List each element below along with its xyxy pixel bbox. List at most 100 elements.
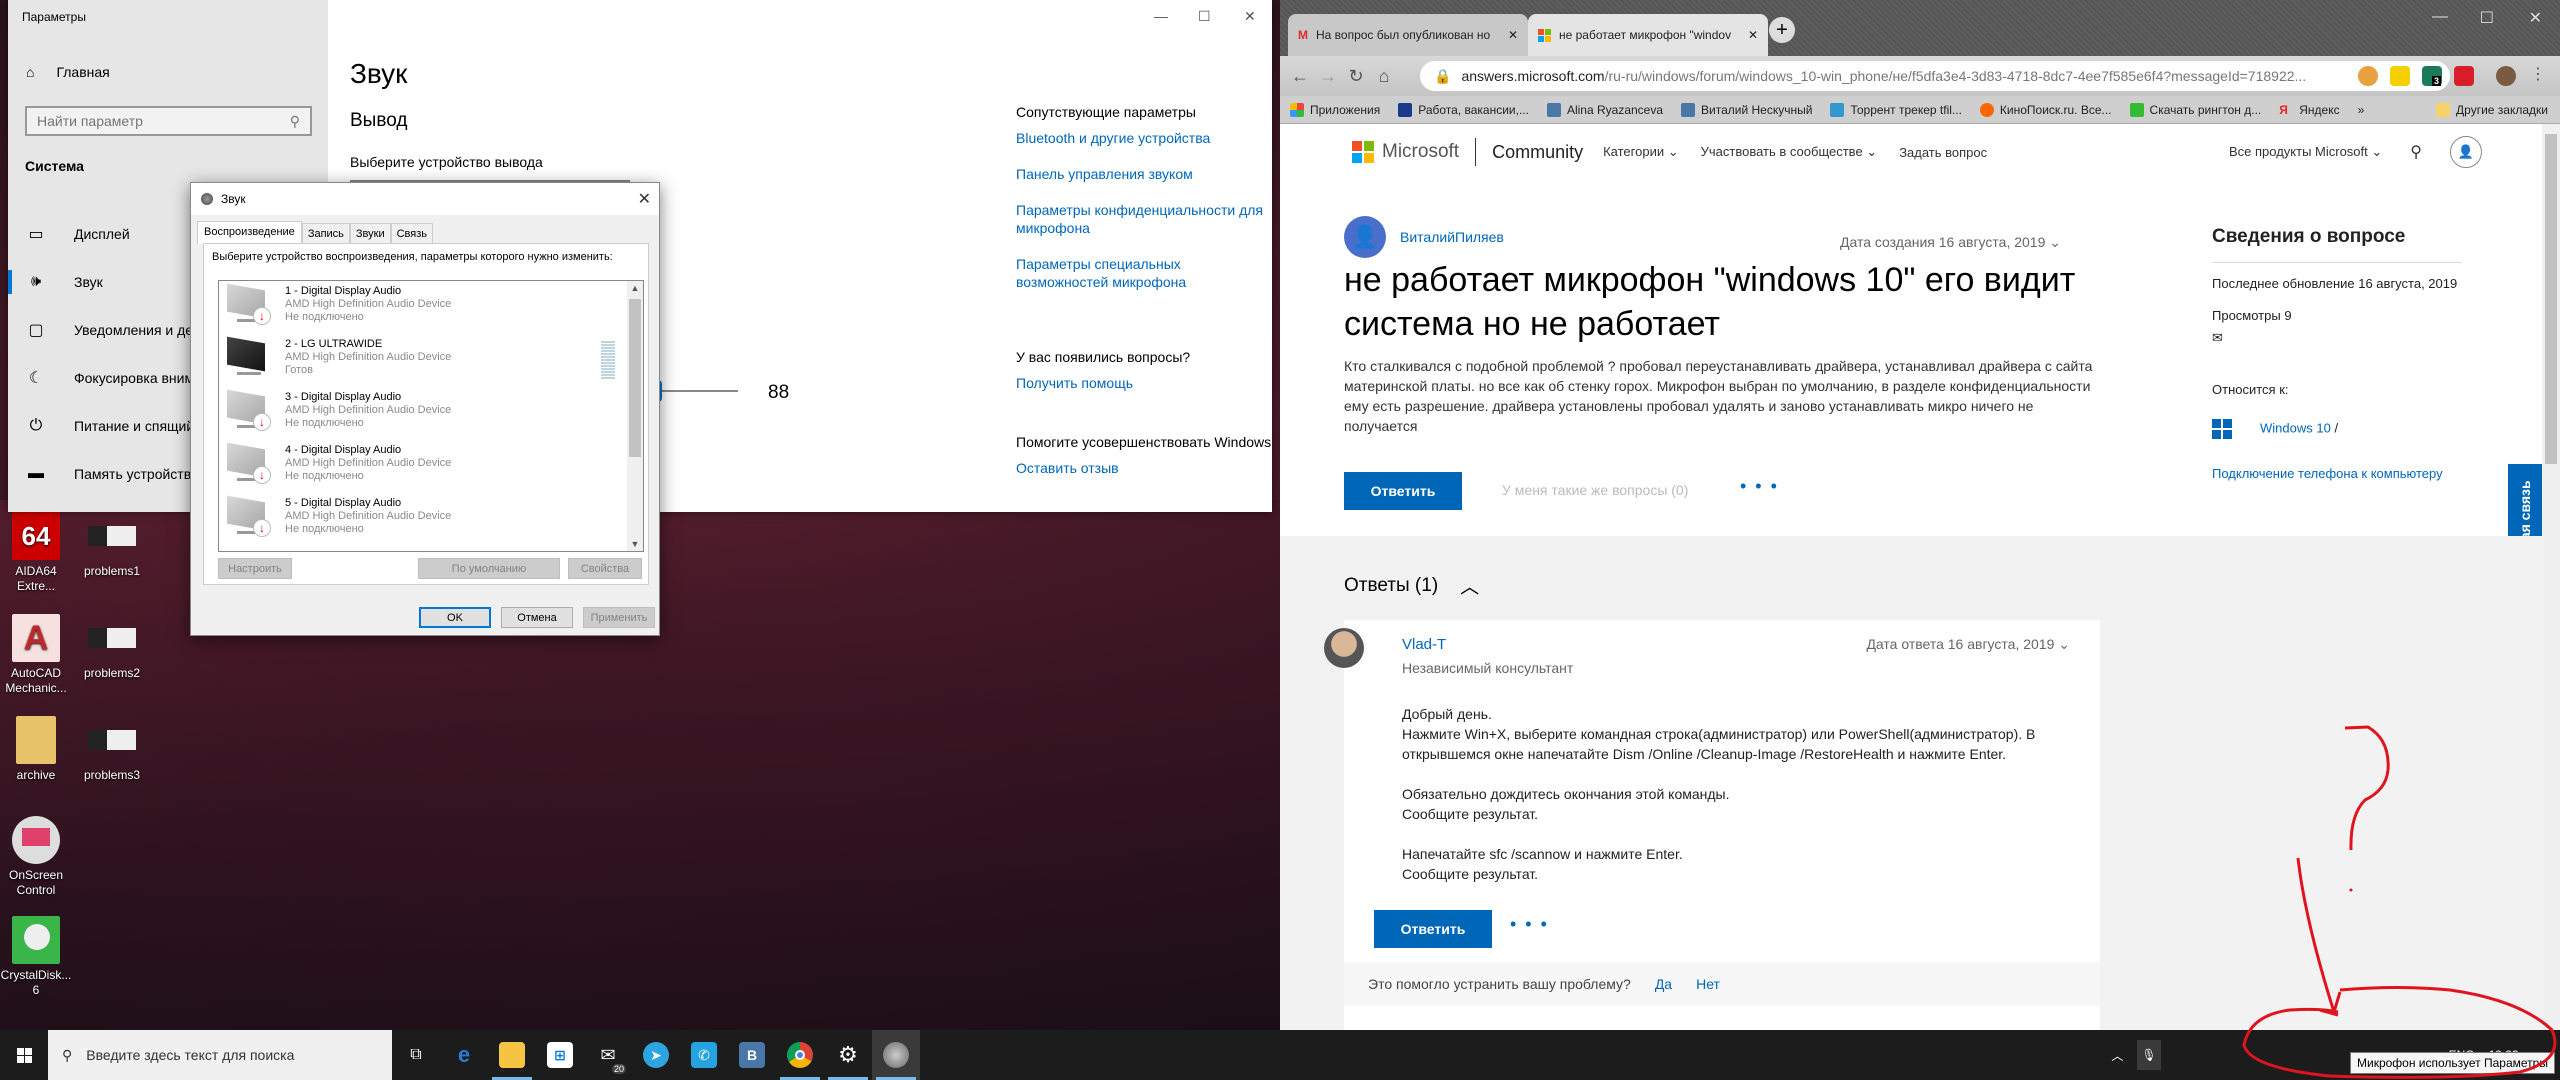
bookmark-item[interactable]: Виталий Нескучный: [1681, 102, 1812, 117]
nav-home[interactable]: ⌂ Главная: [26, 64, 110, 80]
nav-participate[interactable]: Участвовать в сообществе ⌄: [1701, 144, 1878, 160]
bookmark-item[interactable]: Скачать рингтон д...: [2129, 102, 2261, 117]
scroll-up-icon[interactable]: ▲: [627, 283, 643, 293]
tab-recording[interactable]: Запись: [301, 223, 350, 244]
desktop-icon-problems2[interactable]: problems2: [76, 614, 148, 681]
back-icon[interactable]: ←: [1286, 66, 1314, 87]
close-tab-icon[interactable]: ✕: [1748, 28, 1758, 42]
device-item[interactable]: ↓ 4 - Digital Display Audio AMD High Defi…: [219, 440, 643, 493]
tab-communications[interactable]: Связь: [390, 223, 434, 244]
taskbar-store[interactable]: ⊞: [536, 1030, 584, 1080]
bookmark-item[interactable]: Я Яндекс: [2279, 103, 2339, 117]
taskbar-search-input[interactable]: ⚲ Введите здесь текст для поиска: [48, 1030, 392, 1080]
email-icon[interactable]: ✉: [2212, 329, 2462, 347]
new-tab-button[interactable]: +: [1769, 17, 1795, 43]
desktop-icon-crystaldisk[interactable]: CrystalDisk... 6: [0, 916, 72, 998]
device-item[interactable]: ↓ 1 - Digital Display Audio AMD High Defi…: [219, 281, 643, 334]
ok-button[interactable]: OK: [419, 607, 491, 628]
collapse-icon[interactable]: ︿: [1460, 572, 1479, 599]
taskbar-chrome[interactable]: [776, 1030, 824, 1080]
configure-button[interactable]: Настроить: [218, 558, 292, 579]
bookmark-item[interactable]: Работа, вакансии,...: [1398, 102, 1529, 117]
device-item[interactable]: 2 - LG ULTRAWIDE AMD High Definition Audi…: [219, 334, 643, 387]
set-default-button[interactable]: По умолчанию: [418, 558, 560, 579]
bookmark-item[interactable]: Alina Ryazanceva: [1546, 102, 1663, 117]
maximize-button[interactable]: ☐: [1198, 8, 1211, 25]
more-options-icon[interactable]: • • •: [1740, 476, 1779, 497]
search-icon[interactable]: ⚲: [2410, 142, 2422, 162]
extension-video-icon[interactable]: [2454, 66, 2474, 86]
browser-tab-active[interactable]: не работает микрофон "windov ✕: [1528, 14, 1768, 56]
taskbar-explorer[interactable]: [488, 1030, 536, 1080]
answers-heading[interactable]: Ответы (1) ︿: [1344, 572, 1479, 599]
tab-playback[interactable]: Воспроизведение: [197, 221, 302, 244]
microsoft-logo-icon[interactable]: [1352, 141, 1374, 163]
link-mic-accessibility[interactable]: Параметры специальных возможностей микро…: [1016, 255, 1276, 291]
topic-link[interactable]: Подключение телефона к компьютеру: [2212, 466, 2443, 481]
desktop-icon-problems1[interactable]: problems1: [76, 512, 148, 579]
device-item[interactable]: ↓ 3 - Digital Display Audio AMD High Defi…: [219, 387, 643, 440]
close-button[interactable]: ✕: [2529, 8, 2542, 28]
settings-search-input[interactable]: Найти параметр ⚲: [25, 106, 312, 136]
link-sound-control-panel[interactable]: Панель управления звуком: [1016, 165, 1276, 183]
page-scrollbar[interactable]: [2542, 124, 2560, 1030]
apply-button[interactable]: Применить: [583, 607, 655, 628]
nav-ask-question[interactable]: Задать вопрос: [1899, 145, 1987, 160]
product-link[interactable]: Windows 10: [2260, 420, 2331, 435]
close-icon[interactable]: ✕: [638, 189, 651, 209]
answer-reply-button[interactable]: Ответить: [1374, 910, 1492, 948]
maximize-button[interactable]: ☐: [2480, 8, 2494, 28]
taskbar-mail[interactable]: ✉ 20: [584, 1030, 632, 1080]
answer-author-link[interactable]: Vlad-T: [1402, 636, 1446, 653]
taskbar-sound[interactable]: [872, 1030, 920, 1080]
answer-date[interactable]: Дата ответа 16 августа, 2019 ⌄: [1866, 636, 2070, 653]
close-tab-icon[interactable]: ✕: [1508, 28, 1518, 42]
minimize-button[interactable]: —: [2432, 8, 2448, 26]
other-bookmarks[interactable]: Другие закладки: [2436, 102, 2548, 117]
bookmarks-overflow[interactable]: »: [2358, 103, 2365, 117]
community-link[interactable]: Community: [1492, 142, 1583, 163]
menu-icon[interactable]: ⋮: [2530, 64, 2546, 84]
microphone-icon[interactable]: 🎙: [2137, 1040, 2161, 1070]
list-scrollbar[interactable]: ▲ ▼: [627, 281, 643, 551]
reply-button[interactable]: Ответить: [1344, 472, 1462, 510]
browser-tab-gmail[interactable]: M На вопрос был опубликован но ✕: [1288, 14, 1528, 56]
volume-slider-track[interactable]: [658, 390, 738, 392]
desktop-icon-problems3[interactable]: problems3: [76, 716, 148, 783]
scroll-down-icon[interactable]: ▼: [627, 539, 643, 549]
bookmark-apps[interactable]: Приложения: [1290, 102, 1380, 117]
scroll-thumb[interactable]: [2545, 134, 2557, 464]
nav-categories[interactable]: Категории ⌄: [1603, 144, 1679, 160]
reload-icon[interactable]: ↻: [1342, 66, 1370, 87]
home-icon[interactable]: ⌂: [1370, 66, 1398, 87]
cancel-button[interactable]: Отмена: [501, 607, 573, 628]
bookmark-item[interactable]: КиноПоиск.ru. Все...: [1979, 102, 2112, 117]
desktop-icon-autocad[interactable]: A AutoCAD Mechanic...: [0, 614, 72, 696]
taskbar-settings[interactable]: ⚙: [824, 1030, 872, 1080]
properties-button[interactable]: Свойства: [568, 558, 642, 579]
more-options-icon[interactable]: • • •: [1510, 914, 1549, 935]
taskbar-telegram[interactable]: ➤: [632, 1030, 680, 1080]
link-get-help[interactable]: Получить помощь: [1016, 374, 1276, 392]
taskbar-vk[interactable]: B: [728, 1030, 776, 1080]
desktop-icon-onscreen-control[interactable]: OnScreen Control: [0, 816, 72, 898]
extension-icon[interactable]: [2358, 66, 2378, 86]
question-date[interactable]: Дата создания 16 августа, 2019 ⌄: [1840, 234, 2061, 251]
taskbar-edge[interactable]: e: [440, 1030, 488, 1080]
tab-sounds[interactable]: Звуки: [349, 223, 391, 244]
bookmark-item[interactable]: Торрент трекер tfil...: [1830, 102, 1962, 117]
device-item[interactable]: ↓ 5 - Digital Display Audio AMD High Defi…: [219, 493, 643, 546]
link-mic-privacy[interactable]: Параметры конфиденциальности для микрофо…: [1016, 201, 1276, 237]
same-question-button[interactable]: У меня такие же вопросы (0): [1502, 482, 1688, 498]
desktop-icon-aida64[interactable]: 64 AIDA64 Extre...: [0, 512, 72, 594]
forward-icon[interactable]: →: [1314, 66, 1342, 87]
profile-avatar[interactable]: [2496, 66, 2516, 86]
link-bluetooth[interactable]: Bluetooth и другие устройства: [1016, 129, 1276, 147]
all-products-menu[interactable]: Все продукты Microsoft ⌄: [2229, 144, 2382, 160]
extension-icon[interactable]: [2390, 66, 2410, 86]
task-view-button[interactable]: ⧉: [392, 1030, 440, 1080]
link-feedback[interactable]: Оставить отзыв: [1016, 459, 1276, 477]
helpful-yes-link[interactable]: Да: [1655, 976, 1672, 992]
close-button[interactable]: ✕: [1244, 8, 1256, 25]
extension-shield-icon[interactable]: 3: [2422, 66, 2442, 86]
